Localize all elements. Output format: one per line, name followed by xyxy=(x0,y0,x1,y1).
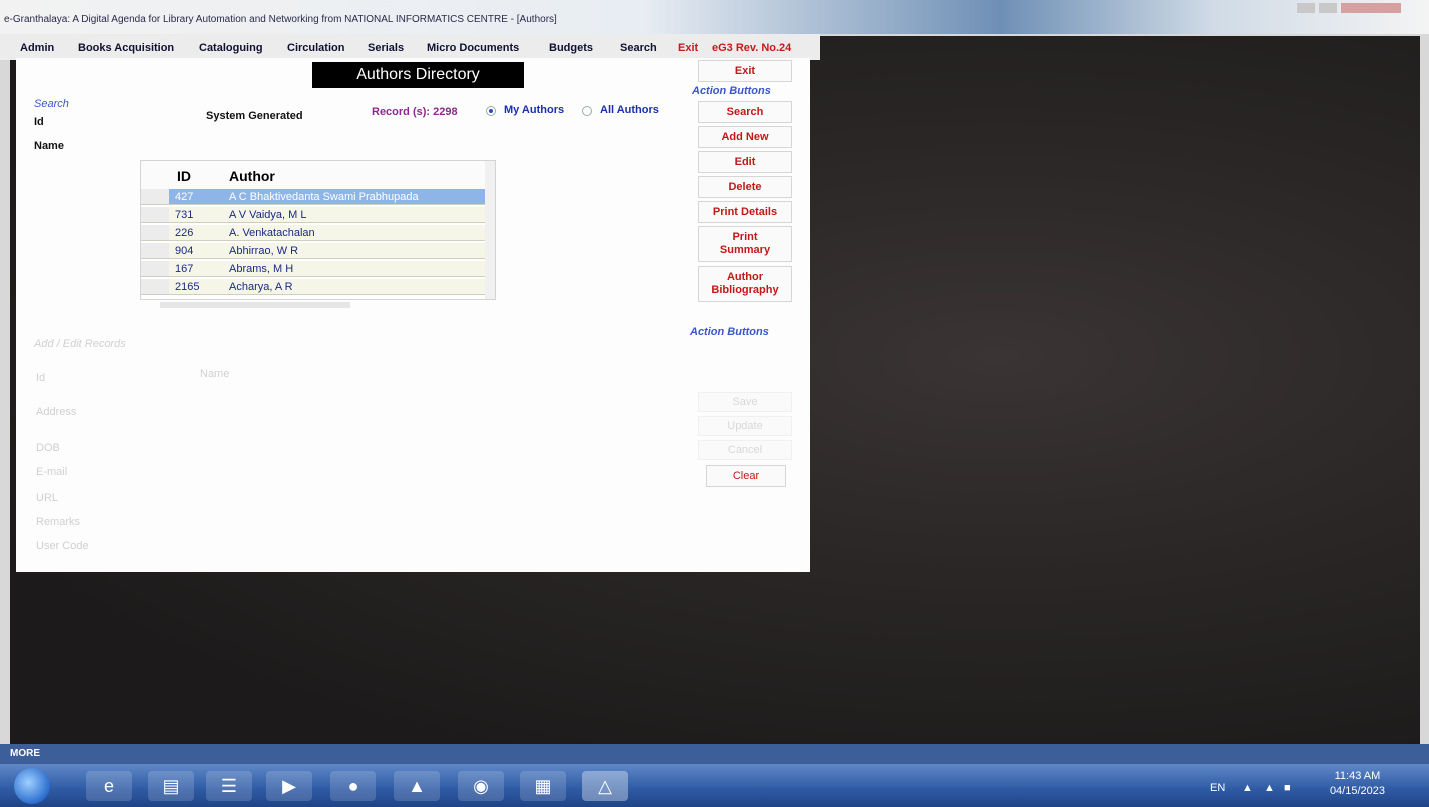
explorer-icon[interactable]: ▤ xyxy=(148,771,194,801)
column-author[interactable]: Author xyxy=(229,168,275,184)
clock[interactable]: 11:43 AM 04/15/2023 xyxy=(1330,769,1385,799)
form-url-label: URL xyxy=(36,492,59,504)
grid-horizontal-scrollbar[interactable] xyxy=(146,300,486,310)
cell-author: Abhirrao, W R xyxy=(229,245,299,257)
menu-budgets[interactable]: Budgets xyxy=(549,42,593,54)
authors-panel xyxy=(16,58,810,572)
media-player-icon[interactable]: ▶ xyxy=(266,771,312,801)
table-row[interactable]: 226 A. Venkatachalan xyxy=(141,225,495,241)
menu-exit[interactable]: Exit xyxy=(678,42,698,54)
authors-grid[interactable]: ID Author 427 A C Bhaktivedanta Swami Pra… xyxy=(140,160,496,300)
cell-id: 167 xyxy=(175,263,194,275)
chrome-icon[interactable]: ◉ xyxy=(458,771,504,801)
excel-icon[interactable]: ▦ xyxy=(520,771,566,801)
save-button[interactable]: Save xyxy=(698,392,792,412)
cell-id: 904 xyxy=(175,245,194,257)
print-details-button[interactable]: Print Details xyxy=(698,201,792,223)
status-strip: MORE xyxy=(0,744,1429,764)
clear-button[interactable]: Clear xyxy=(706,465,786,487)
firefox-icon[interactable]: ● xyxy=(330,771,376,801)
action-buttons-label: Action Buttons xyxy=(692,85,771,97)
menu-cataloguing[interactable]: Cataloguing xyxy=(199,42,263,54)
cell-author: A V Vaidya, M L xyxy=(229,209,307,221)
my-authors-label[interactable]: My Authors xyxy=(504,104,564,116)
volume-icon[interactable]: ■ xyxy=(1284,782,1291,794)
table-row[interactable]: 427 A C Bhaktivedanta Swami Prabhupada xyxy=(141,189,495,205)
scrollbar-thumb[interactable] xyxy=(160,302,350,308)
minimize-button[interactable] xyxy=(1297,3,1315,13)
more-label[interactable]: MORE xyxy=(10,748,40,759)
close-button[interactable] xyxy=(1341,3,1401,13)
table-row[interactable]: 731 A V Vaidya, M L xyxy=(141,207,495,223)
cell-author: A. Venkatachalan xyxy=(229,227,315,239)
form-remarks-label: Remarks xyxy=(36,516,81,528)
form-id-label: Id xyxy=(36,372,46,384)
search-section-label: Search xyxy=(34,98,69,110)
clock-date: 04/15/2023 xyxy=(1329,785,1385,797)
id-value: System Generated xyxy=(206,110,303,122)
menu-version: eG3 Rev. No.24 xyxy=(712,42,792,54)
cancel-button[interactable]: Cancel xyxy=(698,440,792,460)
search-button[interactable]: Search xyxy=(698,101,792,123)
table-row[interactable]: 904 Abhirrao, W R xyxy=(141,243,495,259)
directory-title: Authors Directory xyxy=(312,62,524,88)
menu-serials[interactable]: Serials xyxy=(368,42,404,54)
menu-search[interactable]: Search xyxy=(620,42,657,54)
update-button[interactable]: Update xyxy=(698,416,792,436)
cell-author: Acharya, A R xyxy=(229,281,293,293)
menu-admin[interactable]: Admin xyxy=(20,42,54,54)
grid-header: ID Author xyxy=(141,161,495,189)
record-count: Record (s): 2298 xyxy=(372,106,458,118)
word-icon[interactable]: ☰ xyxy=(206,771,252,801)
image-viewer-icon[interactable]: ▲ xyxy=(394,771,440,801)
my-authors-radio[interactable] xyxy=(486,106,496,116)
form-name-label: Name xyxy=(200,368,230,380)
form-address-label: Address xyxy=(36,406,77,418)
menu-circulation[interactable]: Circulation xyxy=(287,42,344,54)
network-icon[interactable]: ▲ xyxy=(1264,782,1275,794)
table-row[interactable]: 2165 Acharya, A R xyxy=(141,279,495,295)
menu-micro-documents[interactable]: Micro Documents xyxy=(427,42,519,54)
taskbar: e ▤ ☰ ▶ ● ▲ ◉ ▦ △ EN ▲ ▲ ■ 11:43 AM 04/1… xyxy=(0,764,1429,807)
all-authors-label[interactable]: All Authors xyxy=(600,104,659,116)
language-indicator[interactable]: EN xyxy=(1210,782,1225,794)
menu-books-acquisition[interactable]: Books Acquisition xyxy=(78,42,174,54)
all-authors-radio[interactable] xyxy=(582,106,592,116)
window-title: e-Granthalaya: A Digital Agenda for Libr… xyxy=(4,14,557,25)
start-button[interactable] xyxy=(14,768,50,804)
grid-vertical-scrollbar[interactable] xyxy=(485,161,495,299)
form-dob-label: DOB xyxy=(36,442,60,454)
form-usercode-label: User Code xyxy=(36,540,89,552)
maximize-button[interactable] xyxy=(1319,3,1337,13)
column-id[interactable]: ID xyxy=(177,168,191,184)
add-new-button[interactable]: Add New xyxy=(698,126,792,148)
form-action-buttons-label: Action Buttons xyxy=(690,326,769,338)
exit-button[interactable]: Exit xyxy=(698,60,792,82)
edit-button[interactable]: Edit xyxy=(698,151,792,173)
print-summary-button[interactable]: Print Summary xyxy=(698,226,792,262)
cell-id: 731 xyxy=(175,209,194,221)
cell-id: 226 xyxy=(175,227,194,239)
form-email-label: E-mail xyxy=(36,466,68,478)
ie-icon[interactable]: e xyxy=(86,771,132,801)
cell-id: 2165 xyxy=(175,281,200,293)
name-label: Name xyxy=(34,140,64,152)
delete-button[interactable]: Delete xyxy=(698,176,792,198)
tray-expand-icon[interactable]: ▲ xyxy=(1242,782,1253,794)
add-edit-section-label: Add / Edit Records xyxy=(34,338,126,350)
id-label: Id xyxy=(34,116,44,128)
clock-time: 11:43 AM xyxy=(1334,770,1381,782)
cell-author: A C Bhaktivedanta Swami Prabhupada xyxy=(229,191,419,203)
menu-bar: Admin Books Acquisition Cataloguing Circ… xyxy=(0,34,820,60)
cell-author: Abrams, M H xyxy=(229,263,294,275)
app-icon[interactable]: △ xyxy=(582,771,628,801)
window-titlebar: e-Granthalaya: A Digital Agenda for Libr… xyxy=(0,0,1429,34)
author-bibliography-button[interactable]: Author Bibliography xyxy=(698,266,792,302)
window-controls xyxy=(1293,0,1423,13)
table-row[interactable]: 167 Abrams, M H xyxy=(141,261,495,277)
cell-id: 427 xyxy=(175,191,194,203)
